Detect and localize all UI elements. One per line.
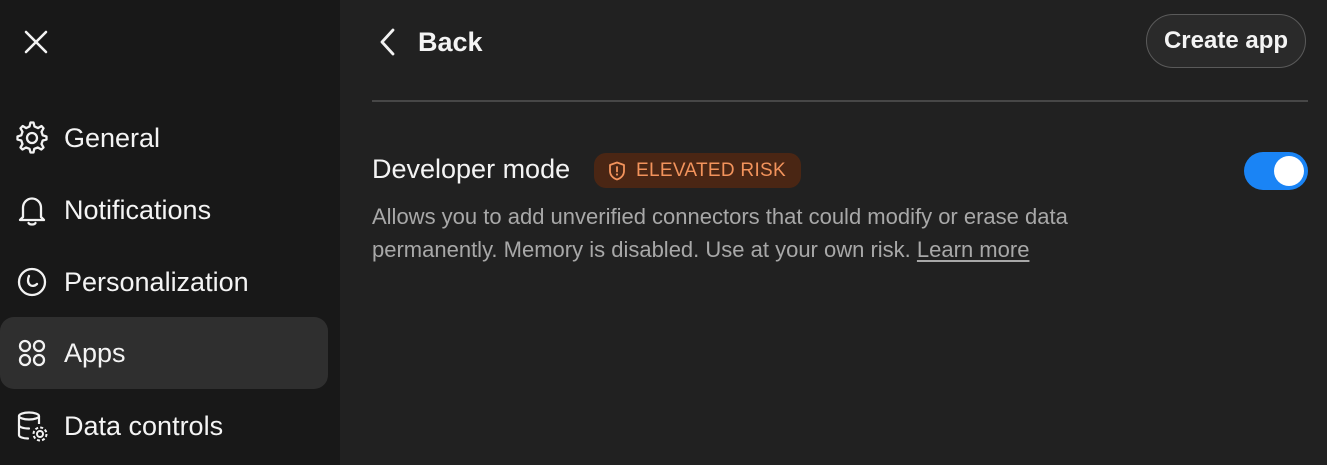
sidebar-item-label: General — [64, 122, 161, 153]
sidebar: General Notifications Personalization Ap… — [0, 0, 340, 465]
risk-badge: ELEVATED RISK — [594, 153, 801, 188]
create-app-button[interactable]: Create app — [1146, 14, 1306, 68]
sidebar-item-label: Personalization — [64, 266, 249, 297]
chevron-left-icon — [380, 28, 395, 56]
sidebar-item-notifications[interactable]: Notifications — [0, 174, 328, 246]
setting-title: Developer mode — [372, 154, 571, 184]
divider — [372, 100, 1308, 102]
settings-window: General Notifications Personalization Ap… — [0, 0, 1327, 465]
gear-icon — [15, 121, 49, 155]
database-gear-icon — [15, 409, 49, 443]
sidebar-item-label: Apps — [64, 337, 126, 368]
setting-description: Allows you to add unverified connectors … — [372, 200, 1132, 266]
sidebar-item-apps[interactable]: Apps — [0, 317, 328, 389]
bell-icon — [15, 193, 49, 227]
learn-more-link[interactable]: Learn more — [917, 237, 1030, 262]
sidebar-item-general[interactable]: General — [0, 102, 328, 174]
toggle-knob — [1274, 156, 1304, 186]
risk-badge-label: ELEVATED RISK — [636, 159, 786, 181]
close-button[interactable] — [16, 22, 56, 62]
developer-mode-toggle[interactable] — [1244, 152, 1308, 190]
sidebar-item-label: Data controls — [64, 410, 224, 441]
back-label: Back — [418, 26, 483, 57]
back-button[interactable]: Back — [378, 20, 483, 64]
personalization-icon — [15, 265, 49, 299]
apps-grid-icon — [15, 336, 49, 370]
sidebar-item-data-controls[interactable]: Data controls — [0, 390, 328, 462]
main-panel: Back Create app Developer mode ELEVATED … — [340, 0, 1327, 465]
close-icon — [24, 30, 48, 54]
sidebar-item-label: Notifications — [64, 194, 212, 225]
shield-alert-icon — [609, 161, 625, 180]
sidebar-item-personalization[interactable]: Personalization — [0, 246, 328, 318]
